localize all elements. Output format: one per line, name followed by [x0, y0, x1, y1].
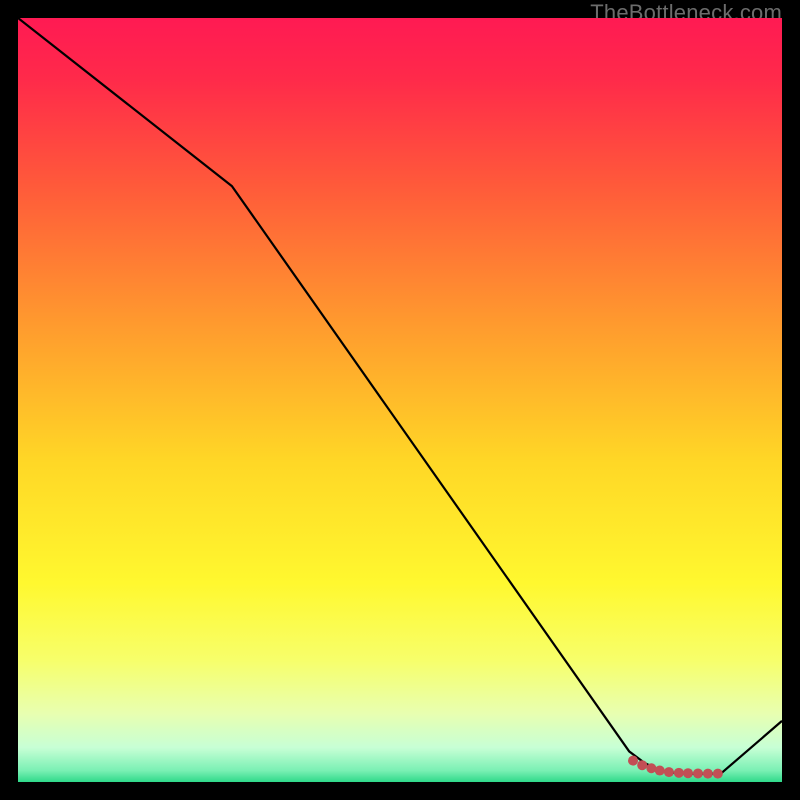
- data-marker: [674, 768, 684, 778]
- data-marker: [703, 769, 713, 779]
- data-marker: [646, 763, 656, 773]
- gradient-background: [18, 18, 782, 782]
- data-marker: [664, 767, 674, 777]
- data-marker: [693, 768, 703, 778]
- data-marker: [637, 760, 647, 770]
- data-marker: [655, 766, 665, 776]
- data-marker: [683, 768, 693, 778]
- chart-frame: TheBottleneck.com: [0, 0, 800, 800]
- data-marker: [713, 769, 723, 779]
- data-marker: [628, 756, 638, 766]
- bottleneck-chart: [18, 18, 782, 782]
